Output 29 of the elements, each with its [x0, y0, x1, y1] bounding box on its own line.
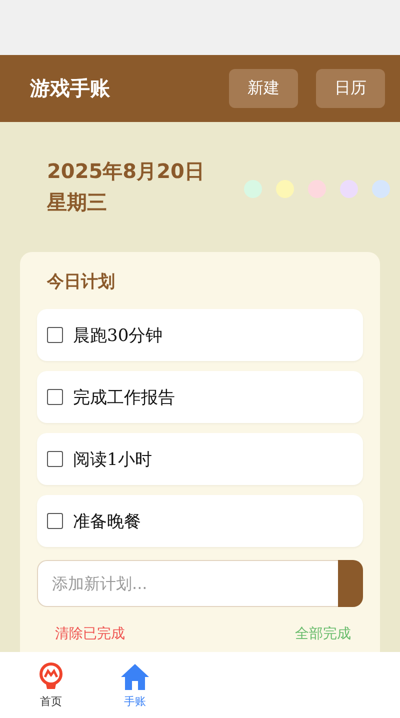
tab-label: 首页 — [40, 694, 62, 708]
header-button[interactable]: 日历 — [316, 69, 385, 108]
weekday-text: 星期三 — [47, 189, 108, 216]
checkbox[interactable] — [47, 451, 63, 467]
app-title: 游戏手账 — [30, 75, 110, 102]
color-dot[interactable] — [372, 180, 390, 198]
checkbox[interactable] — [47, 513, 63, 529]
color-dot[interactable] — [244, 180, 262, 198]
add-plan-field[interactable]: 添加新计划... — [37, 560, 338, 607]
task-item[interactable]: 阅读1小时 — [37, 433, 363, 485]
checkbox[interactable] — [47, 389, 63, 405]
color-dot[interactable] — [276, 180, 294, 198]
header-button[interactable]: 新建 — [229, 69, 298, 108]
task-item[interactable]: 完成工作报告 — [37, 371, 363, 423]
add-button[interactable] — [338, 560, 363, 607]
tab-item[interactable]: 手账 — [103, 652, 167, 718]
home-icon — [120, 662, 150, 692]
task-text: 阅读1小时 — [73, 448, 152, 470]
task-text: 完成工作报告 — [73, 386, 175, 408]
task-text: 准备晚餐 — [73, 510, 141, 532]
color-dot[interactable] — [340, 180, 358, 198]
card-title: 今日计划 — [47, 271, 116, 293]
tab-label: 手账 — [124, 694, 146, 708]
task-text: 晨跑30分钟 — [73, 324, 163, 346]
task-item[interactable]: 晨跑30分钟 — [37, 309, 363, 361]
date-text: 2025年8月20日 — [47, 158, 204, 185]
tab-item[interactable]: 首页 — [19, 652, 83, 718]
task-item[interactable]: 准备晚餐 — [37, 495, 363, 547]
checkbox[interactable] — [47, 327, 63, 343]
